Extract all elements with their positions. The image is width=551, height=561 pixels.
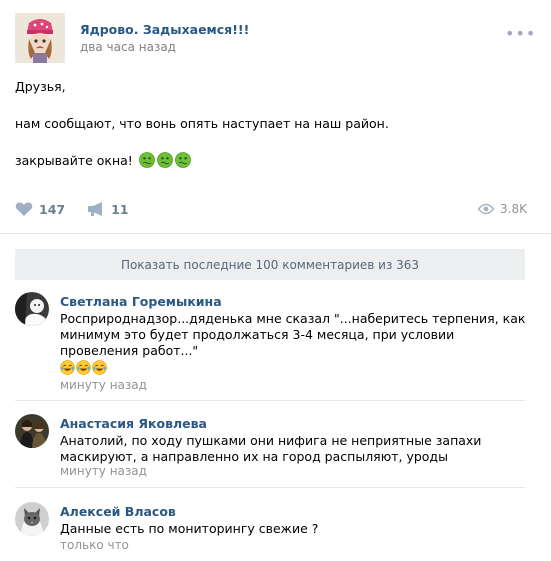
comment-timestamp[interactable]: минуту назад	[60, 464, 147, 478]
more-dots-icon[interactable]: •••	[505, 24, 536, 43]
like-button[interactable]: 147	[15, 201, 65, 217]
post-line-2: нам сообщают, что вонь опять наступает н…	[15, 116, 389, 131]
eye-icon	[478, 203, 495, 215]
show-more-comments-button[interactable]: Показать последние 100 комментариев из 3…	[15, 249, 525, 280]
post-author[interactable]: Ядрово. Задыхаемся!!!	[80, 22, 249, 37]
comment-author[interactable]: Алексей Власов	[60, 504, 176, 519]
comment-author[interactable]: Светлана Горемыкина	[60, 294, 222, 309]
shares-count: 11	[111, 201, 129, 217]
comment-body: Данные есть по мониторингу свежие ?	[60, 521, 319, 536]
views-counter: 3.8K	[478, 199, 527, 219]
likes-count: 147	[39, 201, 66, 217]
group-avatar[interactable]	[15, 13, 65, 63]
divider	[15, 400, 525, 401]
post-line-3: закрывайте окна!	[15, 151, 515, 170]
avatar[interactable]	[15, 414, 49, 448]
divider	[15, 487, 525, 488]
divider	[0, 233, 551, 234]
megaphone-icon	[88, 202, 103, 216]
comment-body: Анатолий, по ходу пушками они нифига не …	[60, 433, 482, 464]
post-line-3-text: закрывайте окна!	[15, 153, 133, 168]
avatar[interactable]	[15, 502, 49, 536]
sick-face-icon	[138, 152, 155, 168]
post-actions: 147 11	[15, 199, 151, 219]
avatar[interactable]	[15, 292, 49, 326]
heart-icon	[15, 202, 33, 216]
post-body: Друзья, нам сообщают, что вонь опять нас…	[15, 77, 515, 188]
laughing-tears-icon	[92, 360, 107, 375]
share-button[interactable]: 11	[87, 201, 129, 217]
views-count: 3.8K	[500, 202, 527, 216]
post-line-1: Друзья,	[15, 79, 66, 94]
comment-author[interactable]: Анастасия Яковлева	[60, 416, 207, 431]
comment-timestamp[interactable]: только что	[60, 538, 129, 552]
laughing-tears-icon	[60, 360, 75, 375]
sick-face-icon	[156, 152, 173, 168]
comment-text: Росприроднадзор...дяденька мне сказал ".…	[60, 311, 530, 379]
laughing-tears-icon	[76, 360, 91, 375]
sick-face-icon	[174, 152, 191, 168]
comment-timestamp[interactable]: минуту назад	[60, 378, 147, 392]
comment-body: Росприроднадзор...дяденька мне сказал ".…	[60, 311, 526, 358]
post-timestamp[interactable]: два часа назад	[80, 40, 176, 54]
